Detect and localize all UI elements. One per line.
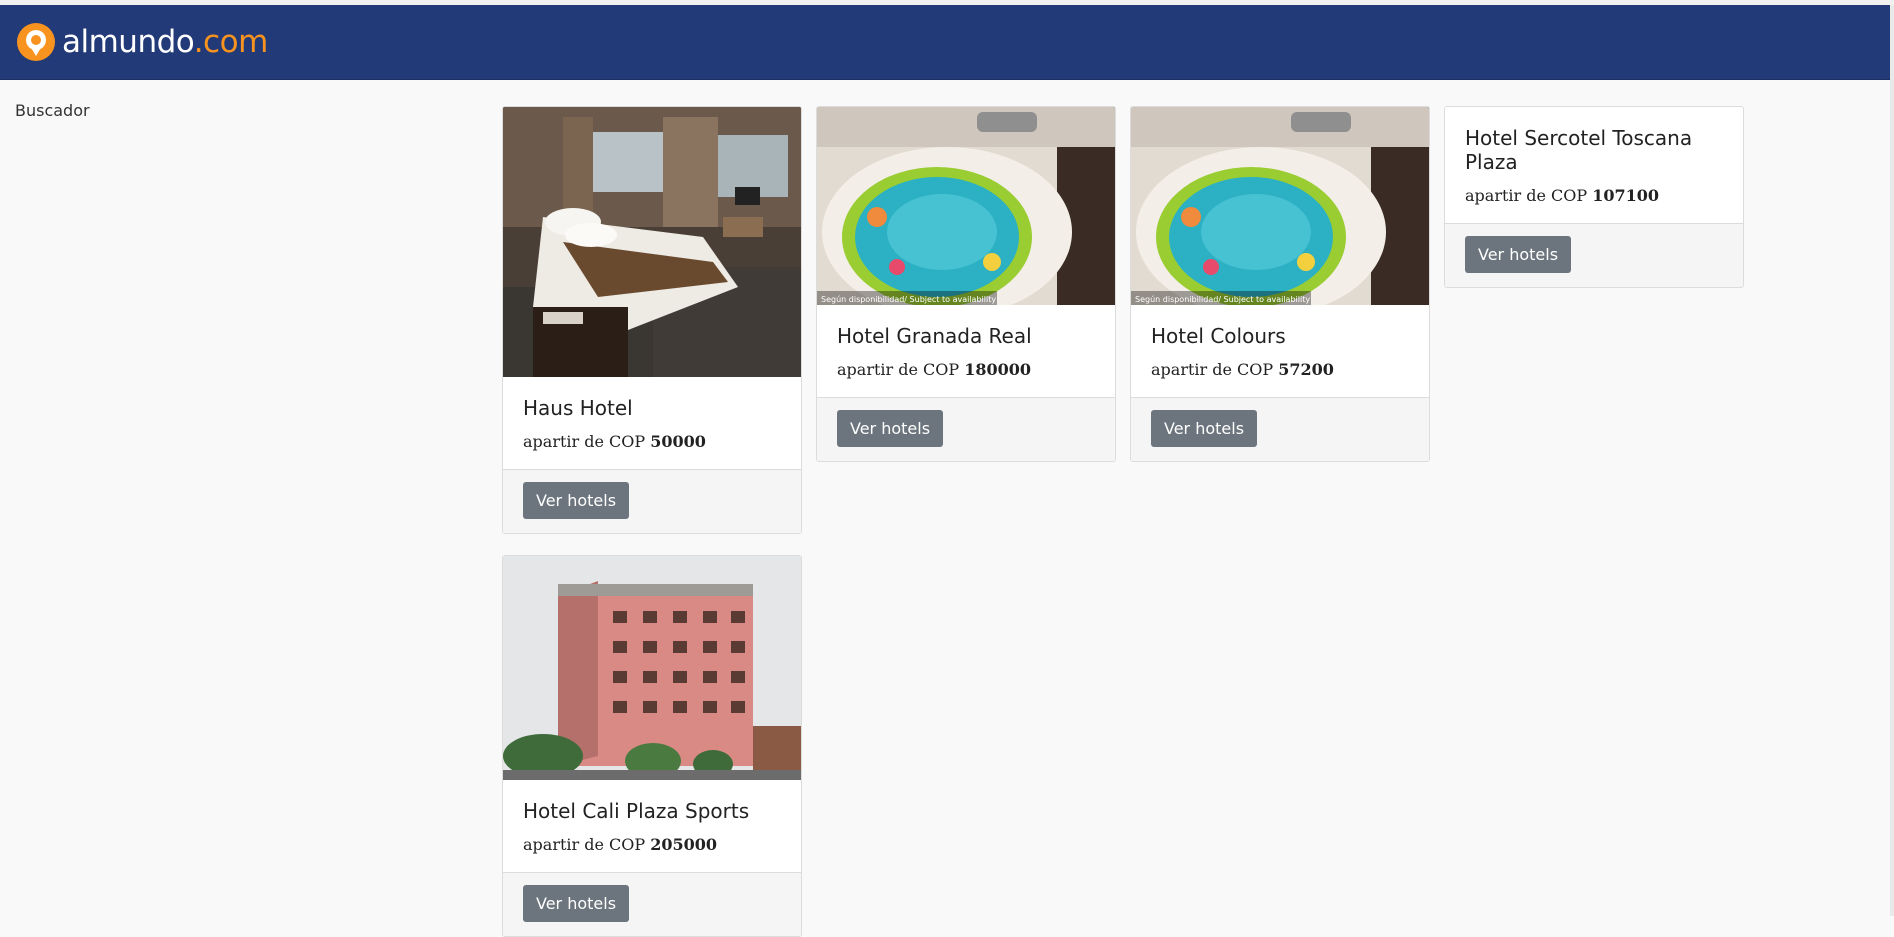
hotel-name: Hotel Granada Real	[837, 324, 1032, 348]
almundo-pin-icon	[17, 23, 55, 61]
image-watermark: Según disponibilidad/ Subject to availab…	[821, 295, 996, 304]
hotel-card: Hotel Sercotel Toscana Plaza apartir de …	[1444, 106, 1744, 288]
hotel-room-photo	[503, 107, 801, 377]
hotel-name: Hotel Sercotel Toscana Plaza	[1465, 126, 1693, 174]
baby-bathtub-photo: Según disponibilidad/ Subject to availab…	[1131, 107, 1429, 305]
image-watermark: Según disponibilidad/ Subject to availab…	[1135, 295, 1310, 304]
sidebar-title: Buscador	[15, 101, 90, 120]
hotel-price: apartir de COP 205000	[523, 835, 718, 854]
ver-hotels-button[interactable]: Ver hotels	[1151, 410, 1258, 447]
card-footer: Ver hotels	[503, 872, 801, 936]
hotel-price: apartir de COP 50000	[523, 432, 706, 451]
brand-logo[interactable]: almundo.com	[16, 22, 268, 62]
ver-hotels-button[interactable]: Ver hotels	[837, 410, 944, 447]
ver-hotels-button[interactable]: Ver hotels	[523, 885, 630, 922]
ver-hotels-button[interactable]: Ver hotels	[1465, 236, 1572, 273]
top-navbar: almundo.com	[0, 5, 1894, 80]
baby-bathtub-photo: Según disponibilidad/ Subject to availab…	[817, 107, 1115, 305]
card-footer: Ver hotels	[1131, 397, 1429, 461]
hotel-card: Haus Hotel apartir de COP 50000 Ver hote…	[502, 106, 802, 534]
ver-hotels-button[interactable]: Ver hotels	[523, 482, 630, 519]
card-footer: Ver hotels	[817, 397, 1115, 461]
hotel-building-photo	[503, 556, 801, 780]
hotel-price: apartir de COP 107100	[1465, 186, 1660, 205]
hotel-name: Haus Hotel	[523, 396, 633, 420]
hotel-card: Hotel Cali Plaza Sports apartir de COP 2…	[502, 555, 802, 937]
page-scrollbar[interactable]	[1890, 5, 1894, 916]
logo-wordmark: almundo.com	[62, 24, 268, 60]
hotel-name: Hotel Colours	[1151, 324, 1286, 348]
card-footer: Ver hotels	[503, 469, 801, 533]
hotel-price: apartir de COP 180000	[837, 360, 1032, 379]
hotel-card: Según disponibilidad/ Subject to availab…	[816, 106, 1116, 462]
hotel-price: apartir de COP 57200	[1151, 360, 1334, 379]
hotel-card: Según disponibilidad/ Subject to availab…	[1130, 106, 1430, 462]
card-footer: Ver hotels	[1445, 223, 1743, 287]
hotel-name: Hotel Cali Plaza Sports	[523, 799, 750, 823]
